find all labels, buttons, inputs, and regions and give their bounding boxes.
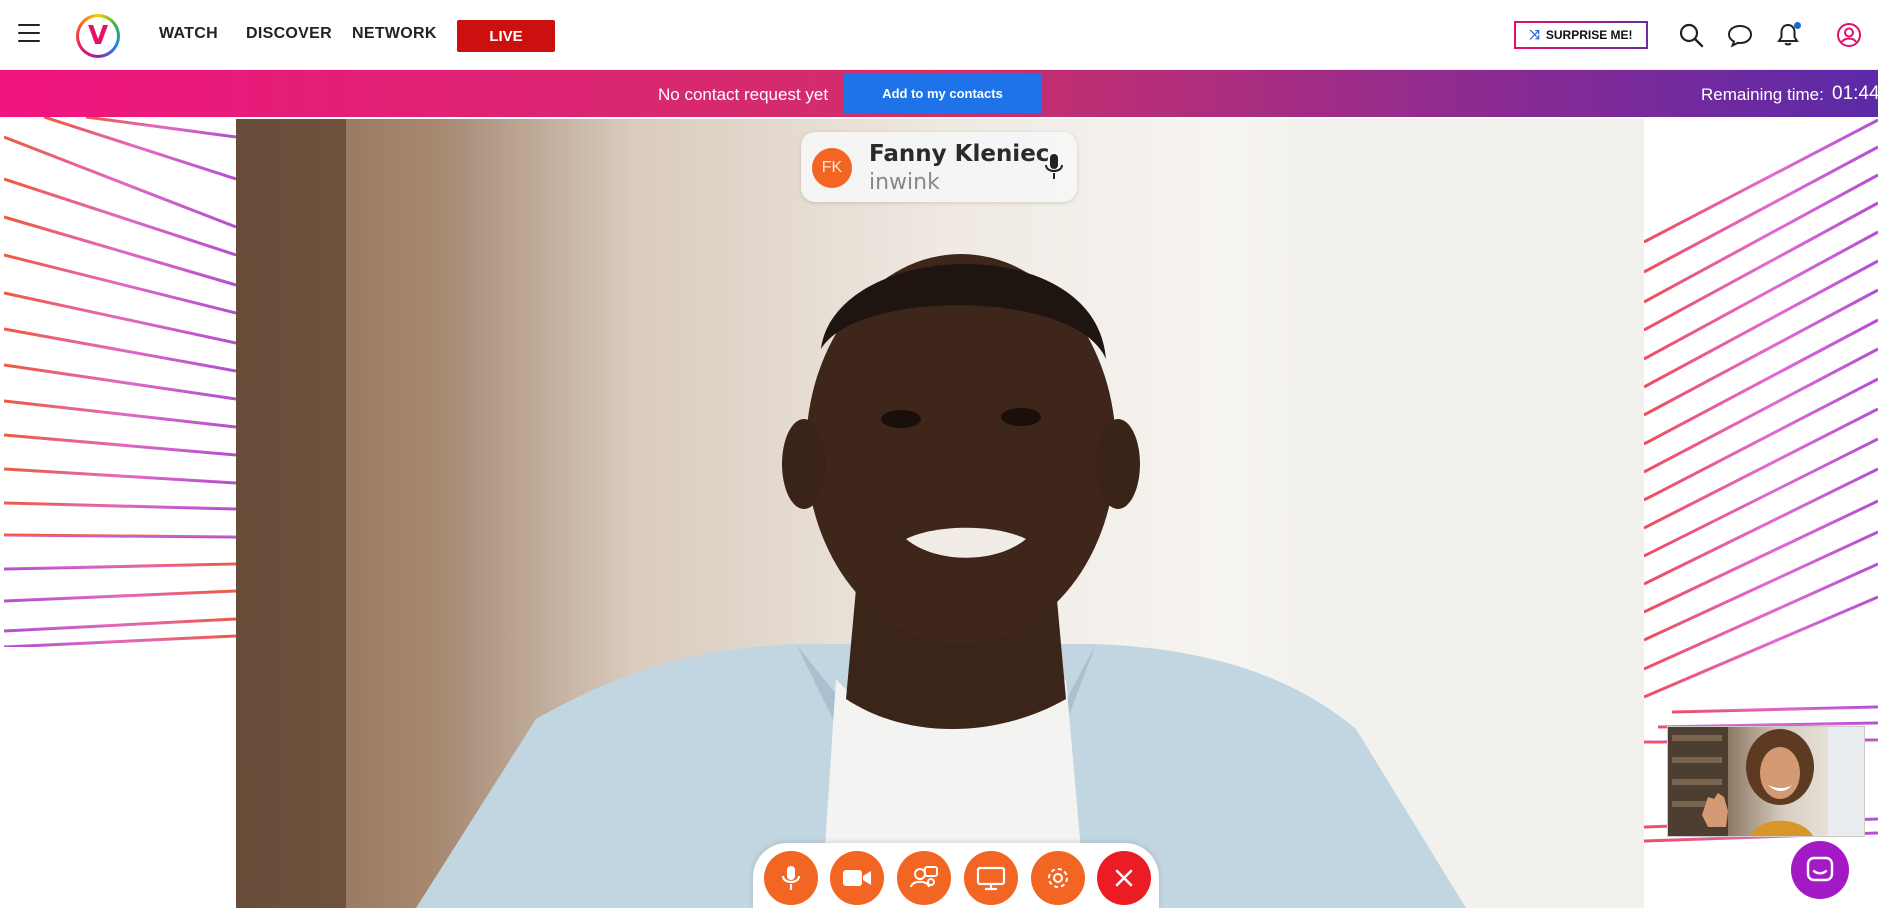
decorative-lines-left [4, 117, 236, 647]
settings-button[interactable] [1031, 851, 1085, 905]
contact-status-text: No contact request yet [658, 85, 829, 104]
add-to-contacts-button[interactable]: Add to my contacts [843, 73, 1042, 113]
caller-name: Fanny Kleniec [869, 141, 1050, 167]
surprise-me-button[interactable]: ⤨ SURPRISE ME! [1514, 21, 1648, 49]
app-logo[interactable]: V [76, 14, 120, 58]
message-icon [1806, 856, 1834, 882]
caller-info-card: FK Fanny Kleniec inwink [801, 132, 1077, 202]
remote-video [236, 119, 1644, 908]
remaining-time-label: Remaining time: [1701, 85, 1824, 104]
hang-up-button[interactable] [1097, 851, 1151, 905]
participants-icon [910, 866, 938, 888]
hamburger-icon[interactable] [18, 24, 40, 44]
nav-link-network[interactable]: NETWORK [352, 25, 437, 43]
screen-share-button[interactable] [964, 851, 1018, 905]
shuffle-icon: ⤨ [1529, 27, 1540, 42]
top-navigation: V WATCH DISCOVER NETWORK LIVE ⤨ SURPRISE… [0, 0, 1878, 70]
live-button[interactable]: LIVE [457, 20, 555, 52]
contact-banner: No contact request yet Add to my contact… [0, 70, 1878, 117]
nav-link-watch[interactable]: WATCH [159, 25, 218, 43]
remote-person-image [236, 119, 1644, 908]
chat-launcher-button[interactable] [1791, 841, 1849, 899]
nav-link-discover[interactable]: DISCOVER [246, 25, 332, 43]
user-icon[interactable] [1836, 22, 1862, 48]
call-controls-bar [753, 843, 1159, 909]
caller-avatar: FK [812, 148, 852, 188]
logo-letter: V [79, 17, 117, 55]
chat-icon[interactable] [1727, 22, 1753, 48]
video-stage: FK Fanny Kleniec inwink [0, 117, 1878, 909]
microphone-icon [781, 866, 801, 890]
caller-organization: inwink [869, 170, 940, 195]
microphone-toggle-button[interactable] [764, 851, 818, 905]
notification-dot [1794, 22, 1801, 29]
camera-toggle-button[interactable] [830, 851, 884, 905]
surprise-me-label: SURPRISE ME! [1545, 28, 1633, 42]
screen-share-icon [976, 866, 1006, 891]
search-icon[interactable] [1678, 22, 1704, 48]
camera-icon [843, 870, 871, 886]
bell-icon[interactable] [1775, 22, 1801, 48]
remaining-time-value: 01:44 [1832, 83, 1878, 104]
self-person-image [1668, 727, 1864, 836]
settings-icon [1048, 868, 1068, 888]
microphone-icon [1044, 152, 1064, 182]
self-video-preview[interactable] [1667, 726, 1865, 837]
hang-up-icon [1115, 869, 1133, 887]
participants-button[interactable] [897, 851, 951, 905]
